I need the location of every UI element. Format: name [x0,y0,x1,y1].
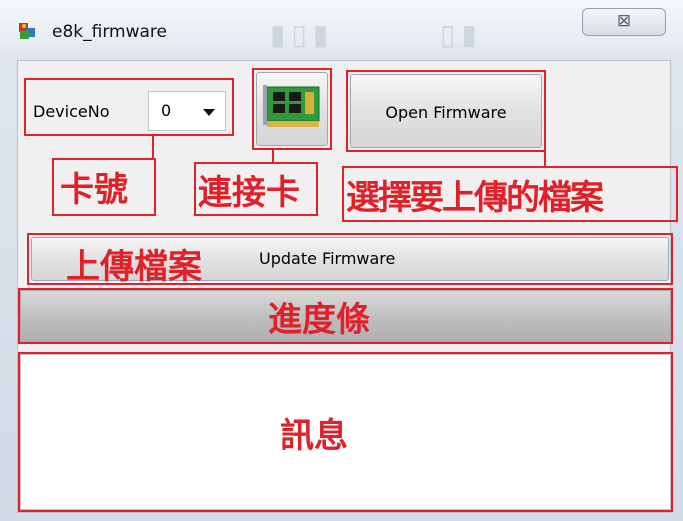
app-icon [19,23,35,39]
annotation-box-card [252,68,332,150]
close-button[interactable]: ⊠ [582,8,666,36]
annotation-connect-card: 連接卡 [198,173,300,213]
leader-line [272,150,274,162]
ghost-background-glyph: ▯▮ [440,18,483,51]
annotation-box-device [24,78,234,136]
annotation-choose-file: 選擇要上傳的檔案 [346,178,604,218]
application-window: e8k_firmware ▮▯▮ ▯▮ ⊠ DeviceNo 0 Open Fi… [0,0,683,521]
annotation-progress-bar: 進度條 [268,300,370,340]
leader-line [152,136,154,158]
annotation-upload-file: 上傳檔案 [66,247,202,287]
annotation-box-open [346,70,546,152]
annotation-message: 訊息 [280,416,348,456]
annotation-card-number: 卡號 [60,170,128,210]
close-icon: ⊠ [616,11,632,31]
window-title: e8k_firmware [52,22,167,42]
ghost-background-glyph: ▮▯▮ [270,18,335,51]
leader-line [544,150,546,166]
title-bar: e8k_firmware ▮▯▮ ▯▮ ⊠ [0,0,683,58]
